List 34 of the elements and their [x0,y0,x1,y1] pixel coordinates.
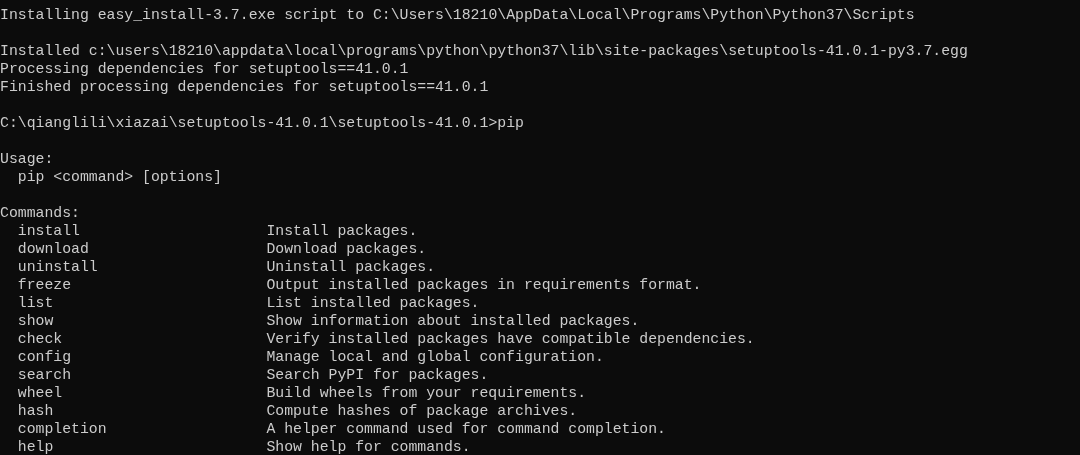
command-description: Install packages. [266,222,418,240]
command-description: A helper command used for command completion. [266,420,666,438]
usage-heading: Usage: [0,150,54,168]
command-description: Manage local and global configuration. [266,348,604,366]
command-description: Show help for commands. [266,438,471,455]
command-description: Compute hashes of package archives. [266,402,578,420]
command-description: List installed packages. [266,294,480,312]
command-name: help [17,438,55,455]
command-description: Build wheels from your requirements. [266,384,587,402]
console-output-line: Installing easy_install-3.7.exe script to C:\Users\18210\AppData\Local\Programs\Python\Python37\Scripts [0,6,915,24]
command-name: config [17,348,73,366]
console-output-line: Installed c:\users\18210\appdata\local\programs\python\python37\lib\site-packages\setuptools-41.0.1-py3.7.egg [0,42,968,60]
command-description: Download packages. [266,240,427,258]
command-description: Search PyPI for packages. [266,366,489,384]
console-output-line: Processing dependencies for setuptools==41.0.1 [0,60,409,78]
command-name: list [17,294,55,312]
command-description: Output installed packages in requirements format. [266,276,702,294]
command-name: hash [17,402,55,420]
command-description: Uninstall packages. [266,258,436,276]
command-description: Verify installed packages have compatible dependencies. [266,330,755,348]
command-name: uninstall [17,258,99,276]
command-description: Show information about installed packages. [266,312,640,330]
usage-line: pip <command> [options] [17,168,222,186]
console-output-line: Finished processing dependencies for setuptools==41.0.1 [0,78,489,96]
command-name: check [17,330,64,348]
command-name: search [17,366,73,384]
command-name: completion [17,420,108,438]
command-name: show [17,312,55,330]
command-name: freeze [17,276,73,294]
command-name: download [17,240,90,258]
command-name: install [17,222,81,240]
console-output-line: C:\qianglili\xiazai\setuptools-41.0.1\setuptools-41.0.1>pip [0,114,524,132]
commands-heading: Commands: [0,204,80,222]
command-name: wheel [17,384,64,402]
